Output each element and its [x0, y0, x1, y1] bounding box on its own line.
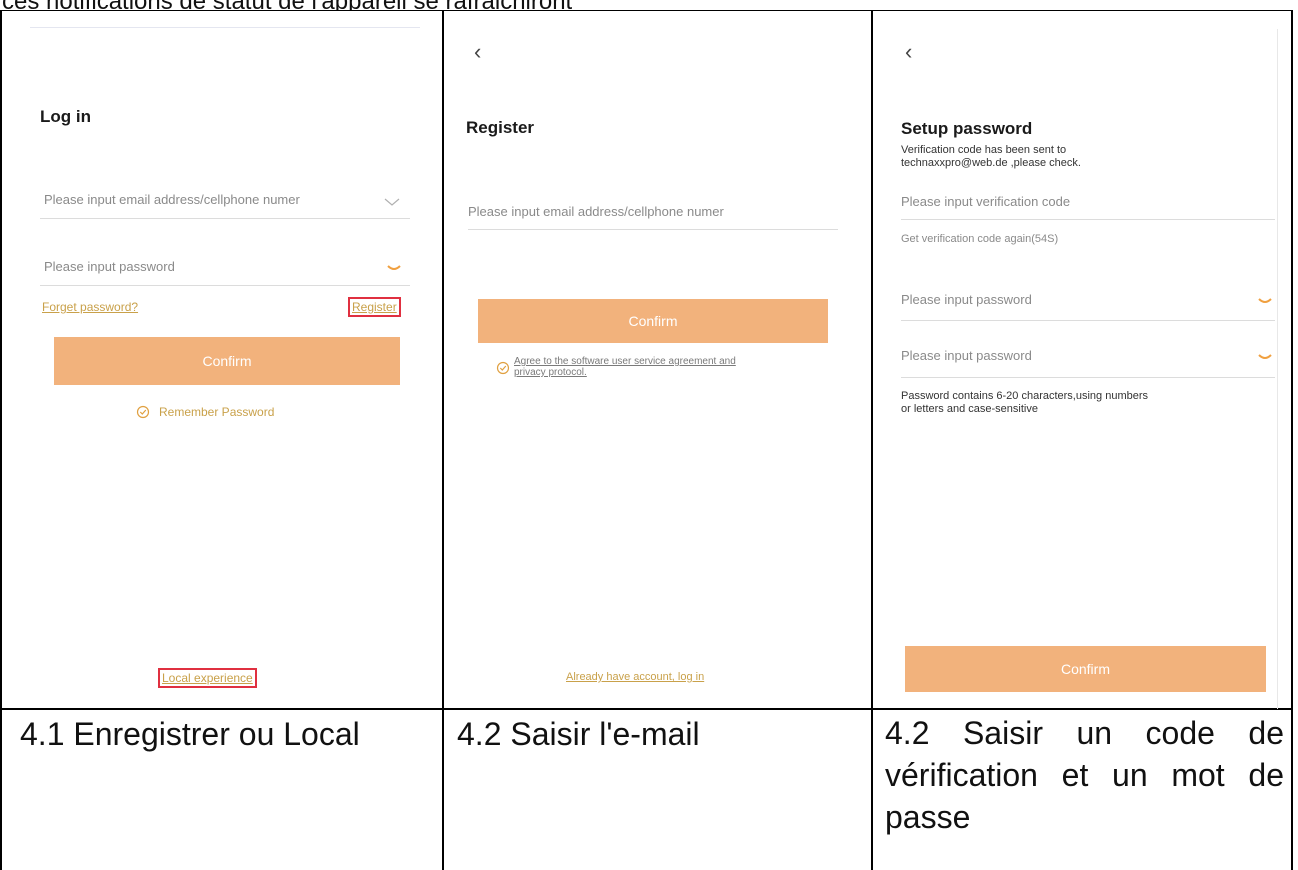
register-email-underline [468, 229, 838, 230]
verification-code-underline [901, 219, 1275, 220]
login-confirm-label: Confirm [202, 353, 252, 369]
caption-register: 4.2 Saisir l'e-mail [457, 716, 700, 752]
register-email-input[interactable]: Please input email address/cellphone num… [468, 204, 724, 219]
password-underline [901, 320, 1275, 321]
setup-confirm-button[interactable]: Confirm [905, 646, 1266, 692]
confirm-password-underline [901, 377, 1275, 378]
caption-login: 4.1 Enregistrer ou Local [20, 716, 360, 752]
password-underline [40, 285, 410, 286]
register-confirm-label: Confirm [628, 313, 678, 329]
top-divider [30, 27, 420, 28]
login-confirm-button[interactable]: Confirm [54, 337, 400, 385]
resend-code-text[interactable]: Get verification code again(54S) [901, 233, 1058, 245]
code-sent-line-2: technaxxpro@web.de ,please check. [901, 157, 1081, 169]
password-hint-line-1: Password contains 6-20 characters,using … [901, 390, 1149, 402]
check-circle-icon [496, 361, 510, 375]
agreement-line-1: Agree to the software user service agree… [514, 356, 736, 367]
email-underline [40, 218, 410, 219]
register-confirm-button[interactable]: Confirm [478, 299, 828, 343]
email-input[interactable]: Please input email address/cellphone num… [44, 192, 300, 207]
eye-closed-icon[interactable] [1257, 353, 1273, 361]
remember-password-toggle[interactable]: Remember Password [136, 405, 274, 419]
eye-closed-icon[interactable] [386, 264, 402, 272]
agreement-line-2: privacy protocol. [514, 367, 587, 378]
code-sent-notice: Verification code has been sent to techn… [901, 144, 1081, 170]
local-experience-link[interactable]: Local experience [158, 668, 257, 688]
row-divider [0, 708, 1293, 710]
check-circle-icon [136, 405, 150, 419]
password-input[interactable]: Please input password [901, 292, 1032, 307]
password-hint: Password contains 6-20 characters,using … [901, 390, 1148, 416]
back-icon[interactable]: ‹ [905, 41, 912, 63]
back-icon[interactable]: ‹ [474, 41, 481, 63]
forget-password-link[interactable]: Forget password? [42, 300, 138, 314]
register-title: Register [466, 118, 535, 137]
agreement-toggle[interactable]: Agree to the software user service agree… [496, 356, 736, 378]
remember-password-label: Remember Password [159, 405, 275, 419]
password-input[interactable]: Please input password [44, 259, 175, 274]
verification-code-input[interactable]: Please input verification code [901, 194, 1070, 209]
chevron-down-icon[interactable] [384, 197, 400, 207]
eye-closed-icon[interactable] [1257, 297, 1273, 305]
caption-setup-password: 4.2 Saisir un code de vérification et un… [885, 715, 1284, 835]
confirm-password-input[interactable]: Please input password [901, 348, 1032, 363]
already-have-account-link[interactable]: Already have account, log in [566, 671, 704, 683]
password-hint-line-2: or letters and case-sensitive [901, 403, 1038, 415]
login-screen: Log in Please input email address/cellph… [2, 11, 442, 708]
scrollbar[interactable] [1277, 29, 1278, 709]
register-screen: ‹ Register Please input email address/ce… [444, 11, 871, 708]
register-link[interactable]: Register [348, 297, 401, 317]
agreement-text[interactable]: Agree to the software user service agree… [514, 356, 736, 378]
setup-title: Setup password [901, 119, 1033, 138]
login-title: Log in [40, 107, 91, 126]
code-sent-line-1: Verification code has been sent to [901, 144, 1067, 156]
setup-password-screen: ‹ Setup password Verification code has b… [873, 11, 1291, 709]
setup-confirm-label: Confirm [1060, 661, 1110, 677]
